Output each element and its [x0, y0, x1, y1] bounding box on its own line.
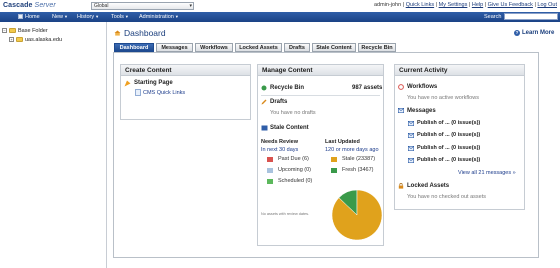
app-logo[interactable]: Cascade Server: [3, 2, 56, 9]
legend-fresh[interactable]: Fresh (3467): [342, 167, 374, 173]
tab-stale-content[interactable]: Stale Content: [312, 43, 356, 52]
legend-swatch-fresh: [331, 168, 337, 173]
lock-icon: [398, 183, 404, 189]
chevron-down-icon: ▾: [189, 3, 192, 9]
help-icon: ?: [514, 30, 520, 36]
site-select[interactable]: Global ▾: [91, 2, 194, 10]
tree-item-site[interactable]: + uas.alaska.edu: [9, 36, 62, 44]
page-icon: [135, 89, 141, 96]
logout-link[interactable]: Log Out: [537, 2, 557, 8]
manage-content-title: Manage Content: [258, 65, 383, 76]
recycle-bin-count: 987 assets: [352, 85, 383, 91]
folder-tree: − Base Folder + uas.alaska.edu: [0, 22, 107, 268]
tab-workflows[interactable]: Workflows: [195, 43, 233, 52]
messages-icon: [398, 108, 404, 113]
create-content-box: Create Content Starting Page CMS Quick L…: [120, 64, 251, 120]
legend-swatch-scheduled: [267, 179, 273, 184]
view-all-messages-link[interactable]: View all 21 messages »: [458, 170, 516, 176]
collapse-toggle[interactable]: −: [2, 28, 7, 33]
legend-swatch-upcoming: [267, 168, 273, 173]
needs-review-heading: Needs Review: [261, 139, 298, 145]
current-activity-box: Current Activity Workflows You have no a…: [394, 64, 525, 210]
chevron-down-icon: ▼: [124, 14, 129, 19]
locked-assets-empty-text: You have no checked out assets: [407, 194, 486, 200]
stale-content-heading[interactable]: Stale Content: [270, 125, 309, 131]
my-settings-link[interactable]: My Settings: [439, 2, 468, 8]
page-title: Dashboard: [124, 28, 166, 38]
user-links: admin-john | Quick Links | My Settings |…: [373, 2, 557, 8]
expand-toggle[interactable]: +: [9, 37, 14, 42]
folder-icon: [9, 27, 16, 33]
last-updated-pie-chart: [331, 189, 383, 241]
envelope-icon: [408, 133, 414, 138]
last-updated-subtitle: 120 or more days ago: [325, 147, 379, 153]
message-item[interactable]: Publish of ... (0 issue(s)): [417, 157, 480, 163]
legend-scheduled[interactable]: Scheduled (0): [278, 178, 312, 184]
divider: [261, 95, 380, 96]
message-item[interactable]: Publish of ... (0 issue(s)): [417, 145, 480, 151]
search-label: Search: [484, 14, 502, 20]
nav-history[interactable]: History▼: [77, 13, 99, 21]
help-link[interactable]: Help: [472, 2, 483, 8]
folder-icon: [16, 36, 23, 42]
locked-assets-heading[interactable]: Locked Assets: [407, 183, 449, 189]
nav-administration[interactable]: Administration▼: [139, 13, 179, 21]
recycle-bin-icon: [261, 85, 267, 91]
envelope-icon: [408, 146, 414, 151]
dashboard-icon: [114, 30, 121, 36]
legend-stale[interactable]: Stale (23387): [342, 156, 375, 162]
drafts-heading[interactable]: Drafts: [270, 99, 287, 105]
current-activity-title: Current Activity: [395, 65, 524, 76]
tree-item-base-folder[interactable]: − Base Folder: [2, 27, 48, 35]
home-icon: [18, 13, 23, 19]
legend-swatch-stale: [331, 157, 337, 162]
top-bar: Cascade Server Global ▾ admin-john | Quic…: [0, 0, 560, 12]
chevron-down-icon: ▼: [95, 14, 100, 19]
tab-locked-assets[interactable]: Locked Assets: [235, 43, 282, 52]
chevron-down-icon: ▼: [64, 14, 68, 19]
username: admin-john: [373, 2, 402, 8]
tab-recycle-bin[interactable]: Recycle Bin: [358, 43, 396, 52]
message-item[interactable]: Publish of ... (0 issue(s)): [417, 120, 480, 126]
drafts-empty-text: You have no drafts: [270, 110, 316, 116]
nav-new[interactable]: New▼: [52, 13, 68, 21]
main-nav: Home New▼ History▼ Tools▼ Administration…: [0, 12, 560, 22]
tab-drafts[interactable]: Drafts: [284, 43, 310, 52]
learn-more-link[interactable]: ? Learn More: [514, 30, 554, 36]
workflows-icon: [398, 84, 404, 90]
needs-review-subtitle: In next 30 days: [261, 147, 299, 153]
stale-content-icon: [261, 125, 268, 131]
last-updated-heading: Last Updated: [325, 139, 360, 145]
recycle-bin-link[interactable]: Recycle Bin: [270, 85, 304, 91]
nav-tools[interactable]: Tools▼: [111, 13, 129, 21]
tab-dashboard[interactable]: Dashboard: [114, 43, 154, 52]
starting-page-label: Starting Page: [134, 80, 173, 86]
feedback-link[interactable]: Give Us Feedback: [488, 2, 533, 8]
workflows-heading[interactable]: Workflows: [407, 84, 437, 90]
nav-home[interactable]: Home: [18, 13, 40, 21]
legend-swatch-past-due: [267, 157, 273, 162]
envelope-icon: [408, 121, 414, 126]
chevron-down-icon: ▼: [174, 14, 179, 19]
no-review-note: No assets with review dates.: [261, 212, 310, 216]
search-input[interactable]: [504, 13, 558, 20]
cms-quick-links-link[interactable]: CMS Quick Links: [143, 90, 185, 96]
envelope-icon: [408, 158, 414, 163]
legend-upcoming[interactable]: Upcoming (0): [278, 167, 311, 173]
quick-links-link[interactable]: Quick Links: [406, 2, 434, 8]
drafts-icon: [261, 99, 267, 105]
create-content-title: Create Content: [121, 65, 250, 76]
manage-content-box: Manage Content Recycle Bin 987 assets Dr…: [257, 64, 384, 246]
legend-past-due[interactable]: Past Due (6): [278, 156, 309, 162]
message-item[interactable]: Publish of ... (0 issue(s)): [417, 132, 480, 138]
new-page-icon: [124, 80, 131, 87]
tab-messages[interactable]: Messages: [156, 43, 193, 52]
messages-heading[interactable]: Messages: [407, 108, 436, 114]
workflows-empty-text: You have no active workflows: [407, 95, 479, 101]
